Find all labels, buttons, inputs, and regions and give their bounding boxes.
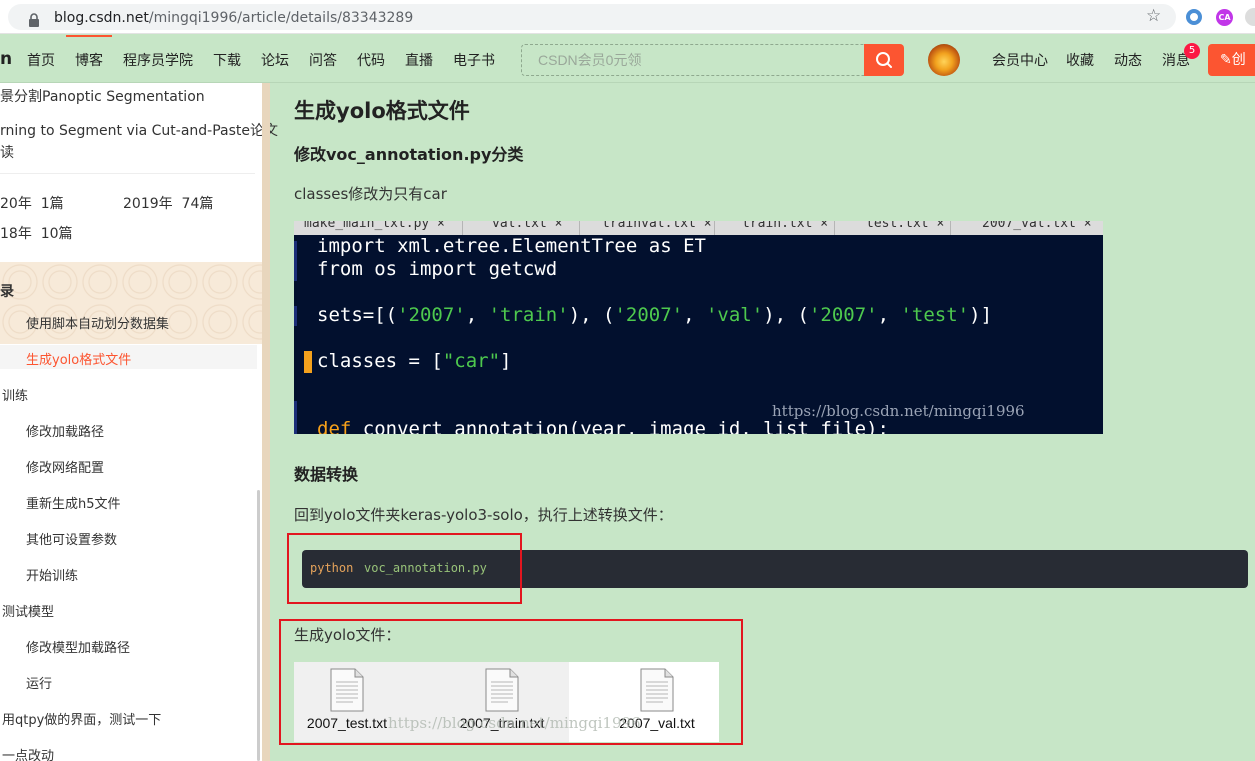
nav-forum[interactable]: 论坛 [261, 50, 289, 70]
search-icon [876, 52, 892, 68]
bookmark-star-icon[interactable]: ☆ [1146, 6, 1161, 26]
editor-tab: make_main_txt.py × [304, 221, 445, 231]
subsection-heading: 数据转换 [294, 465, 359, 484]
paragraph: classes修改为只有car [294, 185, 447, 203]
site-top-nav: n 首页 博客 程序员学院 下载 论坛 问答 代码 直播 电子书 CSDN会员0… [0, 35, 1255, 83]
editor-tab: 2007_val.txt × [982, 221, 1092, 231]
nav-activity[interactable]: 动态 [1114, 50, 1142, 70]
code-line: import xml.etree.ElementTree as ET [317, 235, 706, 257]
message-count-badge: 5 [1184, 43, 1200, 59]
nav-code[interactable]: 代码 [357, 50, 385, 70]
nav-member-center[interactable]: 会员中心 [992, 50, 1048, 70]
toc-item[interactable]: 修改网络配置 [26, 457, 104, 476]
toc-item[interactable]: 一点改动 [2, 745, 54, 761]
browser-address-bar: blog.csdn.net/mingqi1996/article/details… [0, 0, 1255, 34]
related-article-link[interactable]: 景分割Panoptic Segmentation [0, 86, 205, 106]
nav-favorites[interactable]: 收藏 [1066, 50, 1094, 70]
related-article-link-cont[interactable]: 读 [0, 142, 14, 162]
toc-item[interactable]: 用qtpy做的界面，测试一下 [2, 709, 161, 728]
code-line: from os import getcwd [317, 258, 558, 280]
profile-icon[interactable] [1245, 8, 1255, 26]
nav-download[interactable]: 下载 [213, 50, 241, 70]
editor-tab: trainval.txt × [602, 221, 712, 231]
nav-qa[interactable]: 问答 [309, 50, 337, 70]
toc-header: 录 [0, 284, 14, 300]
editor-tab: test.txt × [866, 221, 945, 231]
pen-icon: ✎ [1220, 52, 1232, 68]
nav-blog[interactable]: 博客 [75, 50, 103, 70]
highlight-box [287, 533, 522, 604]
nav-live[interactable]: 直播 [405, 50, 433, 70]
image-watermark: https://blog.csdn.net/mingqi1996 [772, 402, 1025, 420]
code-line: sets=[('2007', 'train'), ('2007', 'val')… [317, 304, 993, 326]
toc-item[interactable]: 修改模型加载路径 [26, 637, 130, 656]
archive-2020[interactable]: 20年 1篇 [0, 193, 64, 213]
search-button[interactable] [864, 44, 904, 76]
nav-home[interactable]: 首页 [27, 50, 55, 70]
nav-academy[interactable]: 程序员学院 [123, 50, 193, 70]
extension-ca-icon[interactable]: CA [1216, 9, 1233, 26]
extension-icon[interactable] [1186, 9, 1202, 25]
archive-2019[interactable]: 2019年 74篇 [123, 193, 213, 213]
nav-active-indicator [66, 35, 112, 37]
related-article-link[interactable]: rning to Segment via Cut-and-Paste论文 [0, 120, 278, 140]
layout-gutter [262, 83, 270, 761]
sidebar-scrollbar[interactable] [257, 490, 260, 761]
sidebar: 景分割Panoptic Segmentation rning to Segmen… [0, 83, 278, 761]
toc-item[interactable]: 运行 [26, 673, 52, 692]
url-text: blog.csdn.net/mingqi1996/article/details… [54, 10, 414, 26]
create-label: 创 [1231, 52, 1246, 68]
code-screenshot-image: make_main_txt.py × val.txt × trainval.tx… [294, 221, 1103, 434]
editor-cursor [304, 351, 312, 373]
editor-tab: train.txt × [742, 221, 829, 231]
subsection-heading: 修改voc_annotation.py分类 [294, 145, 524, 164]
code-line: classes = ["car"] [317, 350, 512, 372]
toc-item[interactable]: 使用脚本自动划分数据集 [26, 313, 169, 332]
editor-tab: val.txt × [492, 221, 563, 231]
code-line: def convert_annotation(year, image_id, l… [317, 418, 889, 434]
nav-ebook[interactable]: 电子书 [453, 50, 495, 70]
lock-icon [29, 13, 39, 27]
url-field[interactable]: blog.csdn.net/mingqi1996/article/details… [8, 4, 1176, 30]
editor-tab-bar: make_main_txt.py × val.txt × trainval.tx… [294, 221, 1103, 235]
highlight-box [279, 619, 743, 745]
archive-2018[interactable]: 18年 10篇 [0, 223, 73, 243]
toc-item[interactable]: 其他可设置参数 [26, 529, 117, 548]
create-button[interactable]: ✎创 [1208, 44, 1255, 76]
toc-item[interactable]: 测试模型 [2, 601, 54, 620]
search-input[interactable]: CSDN会员0元领 [521, 44, 864, 76]
toc-item[interactable]: 开始训练 [26, 565, 78, 584]
section-heading: 生成yolo格式文件 [294, 99, 470, 123]
toc-item[interactable]: 训练 [2, 385, 28, 404]
divider [0, 173, 255, 174]
csdn-logo[interactable]: n [0, 49, 12, 69]
toc-item[interactable]: 重新生成h5文件 [26, 493, 121, 512]
user-avatar[interactable] [928, 44, 960, 76]
paragraph: 回到yolo文件夹keras-yolo3-solo，执行上述转换文件： [294, 506, 673, 524]
toc-item[interactable]: 修改加载路径 [26, 421, 104, 440]
toc-item-active[interactable]: 生成yolo格式文件 [26, 349, 131, 368]
